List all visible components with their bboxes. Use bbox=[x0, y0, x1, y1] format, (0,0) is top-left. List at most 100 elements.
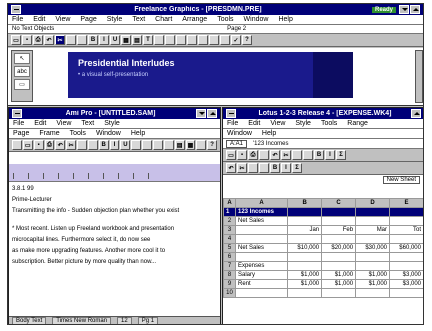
amipro-menu-item[interactable]: Window bbox=[96, 130, 121, 137]
print-icon[interactable]: ⎙ bbox=[44, 140, 55, 150]
bold-icon[interactable]: B bbox=[88, 35, 98, 45]
cell[interactable] bbox=[389, 252, 423, 262]
status-field[interactable]: 12 bbox=[117, 317, 132, 324]
right-align-icon[interactable] bbox=[152, 140, 163, 150]
undo-icon[interactable]: ↶ bbox=[270, 150, 280, 160]
column-header[interactable]: A bbox=[234, 198, 289, 208]
freelance-menu-item[interactable]: Tools bbox=[217, 16, 233, 23]
cell[interactable]: Mar bbox=[355, 225, 391, 235]
column-header[interactable]: D bbox=[355, 198, 391, 208]
amipro-menu-item[interactable]: View bbox=[56, 120, 71, 127]
cell[interactable] bbox=[355, 252, 391, 262]
document-line[interactable]: 3.8.1 99 bbox=[12, 185, 217, 193]
amipro-menu-item[interactable]: Frame bbox=[39, 130, 59, 137]
cell[interactable] bbox=[389, 288, 423, 298]
cell[interactable] bbox=[234, 252, 289, 262]
back-icon[interactable] bbox=[209, 35, 219, 45]
cell[interactable]: $1,000 bbox=[321, 270, 357, 280]
cell[interactable] bbox=[287, 216, 323, 226]
amipro-menu-item[interactable]: Help bbox=[131, 130, 145, 137]
freelance-menu-item[interactable]: Window bbox=[244, 16, 269, 23]
document-area[interactable]: 3.8.1 99 Prime-Lecturer Transmitting the i… bbox=[9, 164, 220, 316]
cell[interactable]: Expenses bbox=[234, 261, 289, 271]
copy-icon[interactable] bbox=[292, 150, 302, 160]
copy-icon[interactable] bbox=[66, 35, 76, 45]
print-icon[interactable]: ⎙ bbox=[248, 150, 258, 160]
cell[interactable]: $1,000 bbox=[355, 279, 391, 289]
drawing-tool[interactable]: ↖ bbox=[14, 53, 30, 64]
lotus-menu-item[interactable]: Tools bbox=[321, 120, 337, 127]
freelance-menu-item[interactable]: Style bbox=[107, 16, 123, 23]
sum-icon[interactable]: Σ bbox=[292, 163, 302, 173]
cell[interactable] bbox=[321, 216, 357, 226]
freelance-menu-item[interactable]: Page bbox=[80, 16, 96, 23]
slide-subtitle[interactable]: • a visual self-presentation bbox=[78, 72, 343, 78]
document-line[interactable]: subscription. Better picture by more qua… bbox=[12, 258, 217, 266]
row-header[interactable]: 10 bbox=[223, 288, 236, 298]
lotus-menu-item[interactable]: File bbox=[227, 120, 238, 127]
slide-title[interactable]: Presidential Interludes bbox=[78, 58, 343, 68]
cell[interactable] bbox=[389, 234, 423, 244]
maximize-icon[interactable] bbox=[410, 5, 420, 14]
freelance-menu-item[interactable]: Arrange bbox=[182, 16, 207, 23]
paste-icon[interactable] bbox=[87, 140, 98, 150]
cell[interactable]: Salary bbox=[234, 270, 289, 280]
maximize-icon[interactable] bbox=[411, 109, 421, 118]
lotus-menu-item[interactable]: Edit bbox=[248, 120, 260, 127]
new-sheet-button[interactable]: New Sheet bbox=[382, 175, 420, 184]
save-icon[interactable]: ▪ bbox=[33, 140, 44, 150]
cell[interactable] bbox=[355, 207, 391, 217]
cut-icon[interactable]: ✂ bbox=[66, 140, 77, 150]
copy-icon[interactable] bbox=[248, 163, 258, 173]
undo-icon[interactable]: ↶ bbox=[44, 35, 54, 45]
cell[interactable] bbox=[321, 261, 357, 271]
open-icon[interactable]: ▭ bbox=[226, 150, 236, 160]
status-field[interactable]: Body Text bbox=[12, 317, 47, 324]
cell[interactable]: $1,000 bbox=[287, 270, 323, 280]
chart-icon[interactable]: ▦ bbox=[121, 35, 131, 45]
copy-icon[interactable] bbox=[77, 140, 87, 150]
cell[interactable] bbox=[287, 234, 323, 244]
cell[interactable] bbox=[355, 234, 391, 244]
cell[interactable]: $1,000 bbox=[355, 270, 391, 280]
table-icon[interactable]: ▤ bbox=[174, 140, 185, 150]
cell[interactable] bbox=[321, 288, 357, 298]
sum-icon[interactable]: Σ bbox=[336, 150, 346, 160]
cell[interactable]: $3,000 bbox=[389, 279, 423, 289]
row-header[interactable]: 2 bbox=[223, 216, 236, 226]
lotus-menu-item[interactable]: Style bbox=[295, 120, 311, 127]
amipro-menu-item[interactable]: Tools bbox=[70, 130, 86, 137]
cell[interactable] bbox=[287, 207, 323, 217]
bold-icon[interactable]: B bbox=[98, 140, 109, 150]
worksheet-grid[interactable]: A A B C D E 1 123 Incomes 2 Net Sales 3 Jan Feb Mar To… bbox=[223, 198, 423, 324]
print-icon[interactable]: ⎙ bbox=[33, 35, 43, 45]
amipro-menu-item[interactable]: Edit bbox=[34, 120, 46, 127]
cell[interactable] bbox=[355, 216, 391, 226]
row-header[interactable]: 5 bbox=[223, 243, 236, 253]
cell-contents[interactable]: '123 Incomes bbox=[253, 141, 289, 147]
row-header[interactable]: 6 bbox=[223, 252, 236, 262]
left-align-icon[interactable] bbox=[131, 140, 142, 150]
cut-icon[interactable]: ✂ bbox=[55, 35, 65, 45]
symbol-icon[interactable] bbox=[154, 35, 164, 45]
amipro-menu-item[interactable]: Style bbox=[104, 120, 120, 127]
frame-icon[interactable] bbox=[163, 140, 174, 150]
slide-canvas[interactable]: Presidential Interludes • a visual self-… bbox=[68, 52, 353, 98]
freelance-menu-item[interactable]: View bbox=[55, 16, 70, 23]
row-header[interactable]: 3 bbox=[223, 225, 236, 235]
amipro-menu-item[interactable]: Page bbox=[13, 130, 29, 137]
underline-icon[interactable]: U bbox=[110, 35, 120, 45]
minimize-icon[interactable] bbox=[196, 109, 206, 118]
front-icon[interactable] bbox=[198, 35, 208, 45]
cell[interactable]: $1,000 bbox=[321, 279, 357, 289]
worksheet-table[interactable]: A A B C D E 1 123 Incomes 2 Net Sales 3 Jan Feb Mar To… bbox=[223, 198, 423, 298]
ruler[interactable] bbox=[9, 164, 220, 182]
cut-icon[interactable]: ✂ bbox=[237, 163, 247, 173]
save-icon[interactable]: ▪ bbox=[237, 150, 247, 160]
bold-icon[interactable]: B bbox=[314, 150, 324, 160]
paste-icon[interactable] bbox=[303, 150, 313, 160]
sheet-tab[interactable]: A bbox=[223, 198, 236, 208]
save-icon[interactable]: ▪ bbox=[22, 35, 32, 45]
cell[interactable]: Tot bbox=[389, 225, 423, 235]
column-header[interactable]: B bbox=[287, 198, 323, 208]
